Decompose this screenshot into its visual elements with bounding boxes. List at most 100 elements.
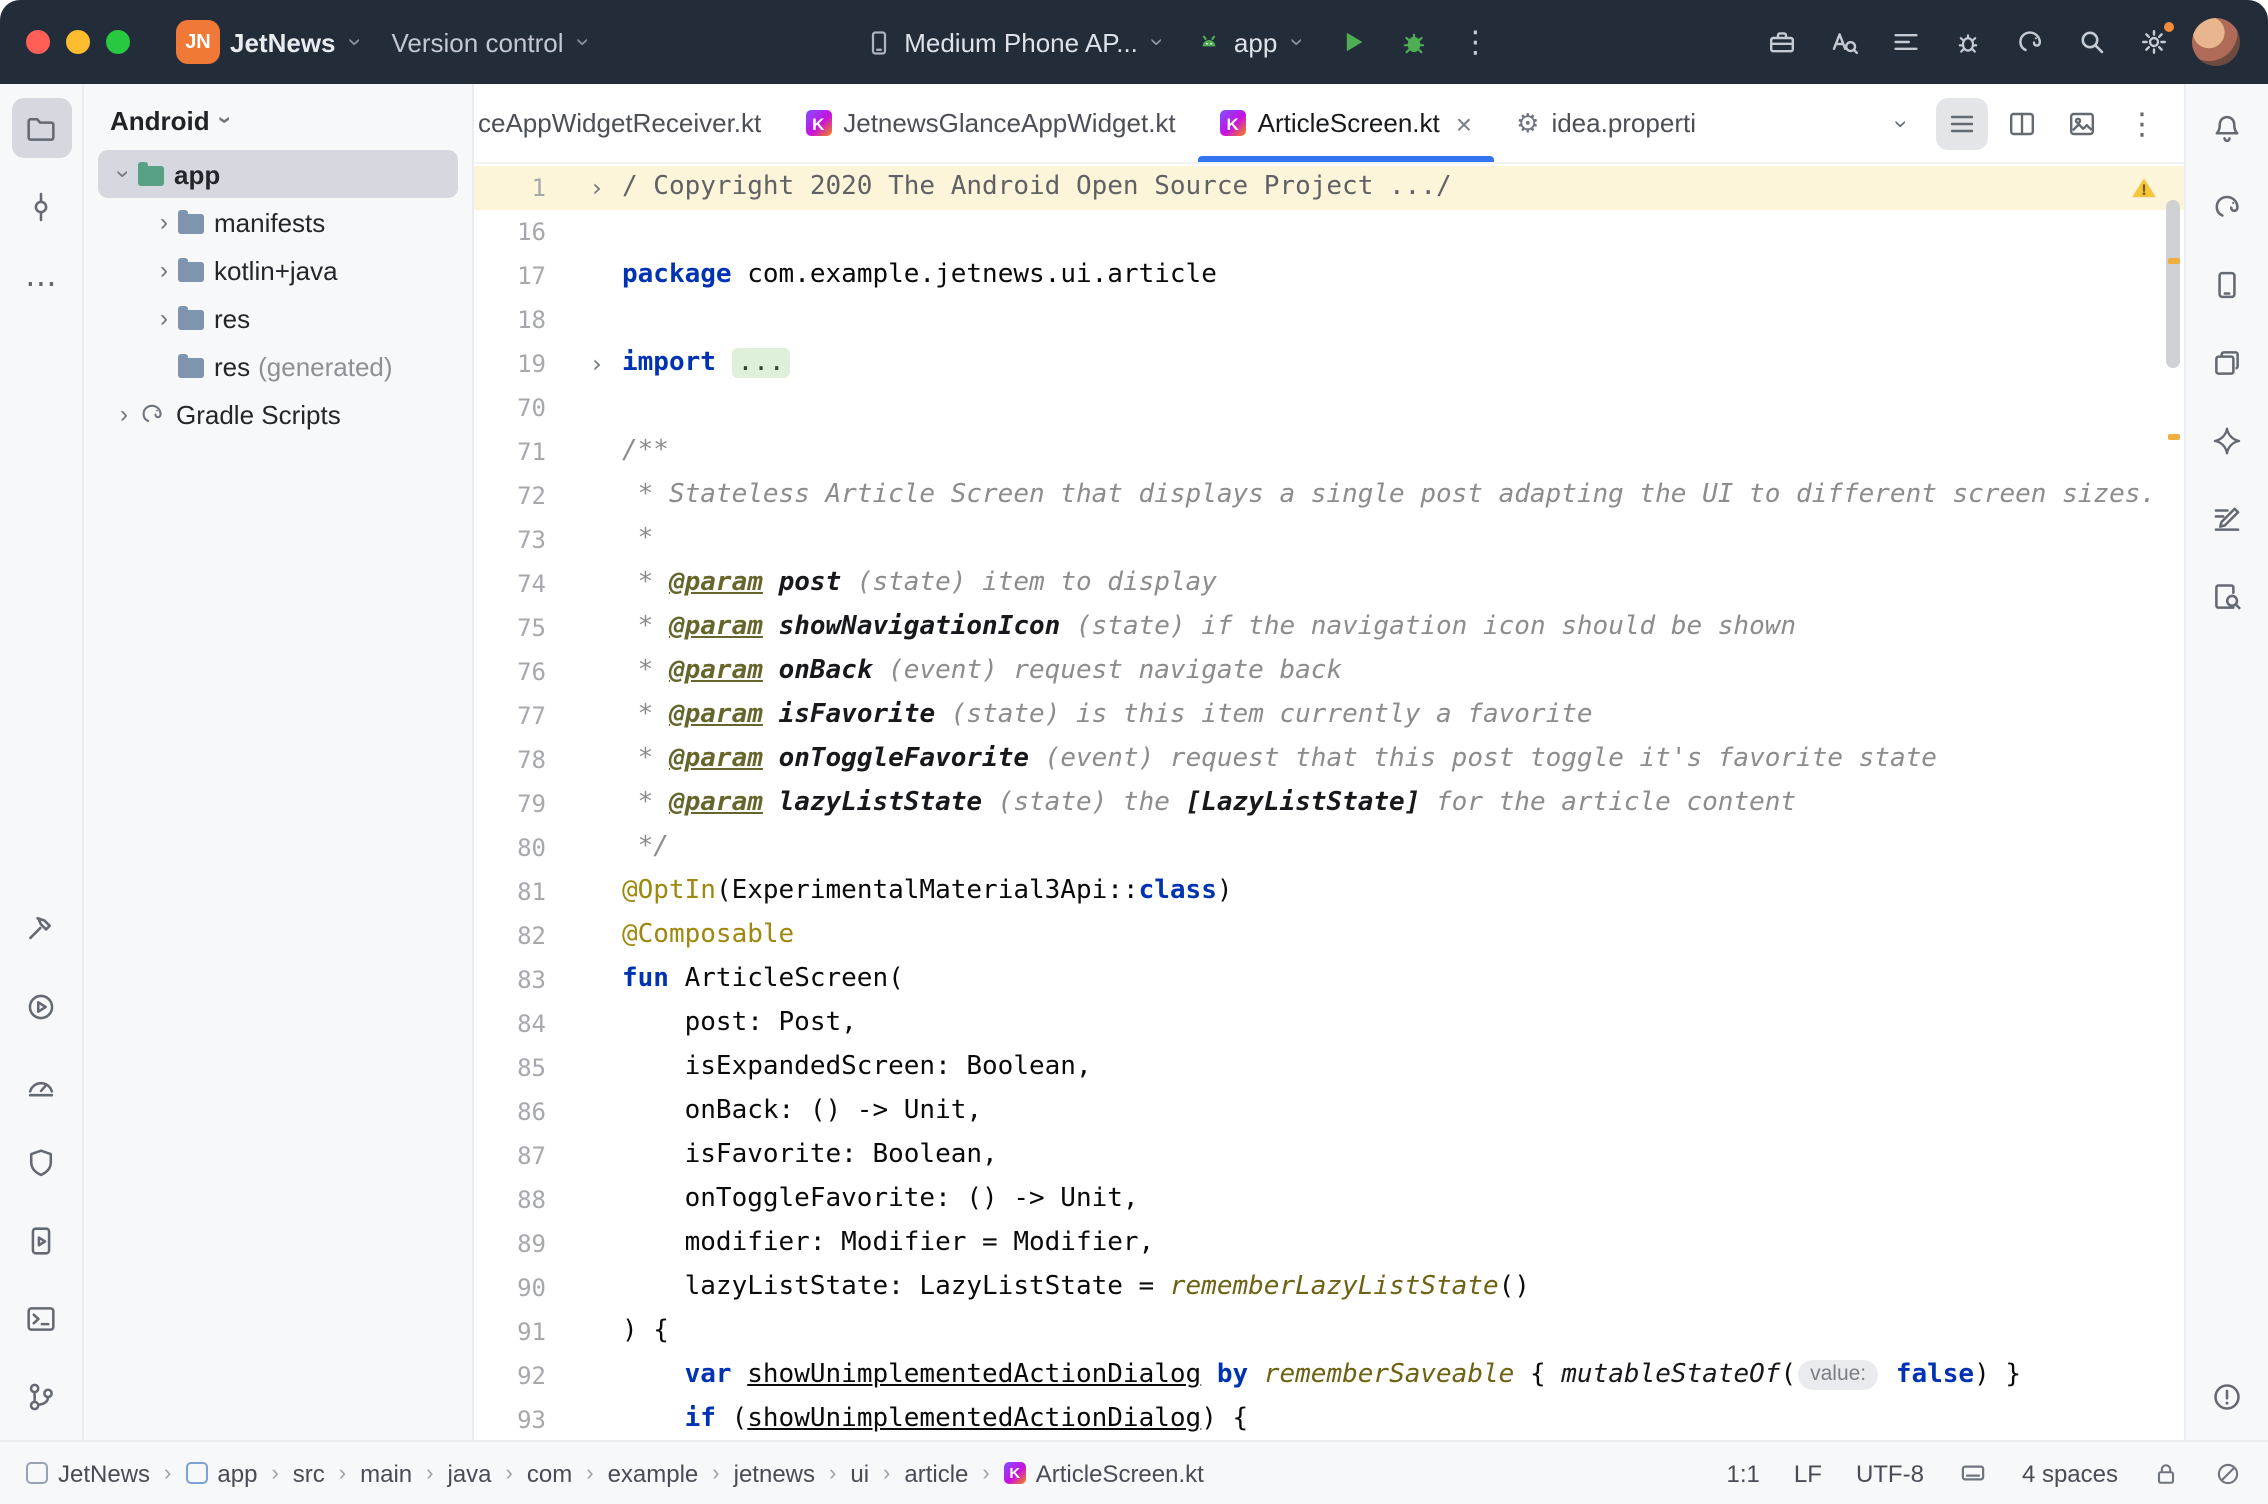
more-tool-windows-icon[interactable]: ⋯ <box>11 254 71 314</box>
lines-filter-icon[interactable] <box>1880 16 1932 68</box>
chevron-right-icon[interactable]: › <box>150 256 178 284</box>
code-line[interactable]: 85 isExpandedScreen: Boolean, <box>474 1046 2184 1090</box>
more-run-actions-icon[interactable]: ⋮ <box>1449 16 1501 68</box>
code-line[interactable]: 75 * @param showNavigationIcon (state) i… <box>474 606 2184 650</box>
commit-tool-icon[interactable] <box>11 176 71 236</box>
breadcrumb-item[interactable]: example <box>608 1459 699 1487</box>
code-line[interactable]: 86 onBack: () -> Unit, <box>474 1090 2184 1134</box>
editor-tab[interactable]: KJetnewsGlanceAppWidget.kt <box>783 84 1197 162</box>
app-insights-icon[interactable] <box>1942 16 1994 68</box>
code-line[interactable]: 87 isFavorite: Boolean, <box>474 1134 2184 1178</box>
tree-item-gradle-scripts[interactable]: ›Gradle Scripts <box>98 390 458 438</box>
breadcrumb-item[interactable]: KArticleScreen.kt <box>1004 1459 1204 1487</box>
tree-item-kotlin-java[interactable]: ›kotlin+java <box>98 246 458 294</box>
project-tool-icon[interactable] <box>11 98 71 158</box>
terminal-tool-icon[interactable] <box>11 1288 71 1348</box>
breadcrumb-item[interactable]: app <box>185 1459 257 1487</box>
breadcrumb-item[interactable]: ui <box>850 1459 869 1487</box>
editor-scrollbar-thumb[interactable] <box>2166 200 2180 368</box>
breadcrumb-item[interactable]: java <box>448 1459 492 1487</box>
code-line[interactable]: 18 <box>474 298 2184 342</box>
gemini-icon[interactable] <box>2197 410 2257 470</box>
file-encoding[interactable]: UTF-8 <box>1856 1459 1924 1487</box>
tree-item-res[interactable]: ›res <box>98 294 458 342</box>
tab-list-icon[interactable] <box>1936 97 1988 149</box>
problems-icon[interactable] <box>2197 1366 2257 1426</box>
code-line[interactable]: 76 * @param onBack (event) request navig… <box>474 650 2184 694</box>
zoom-window-button[interactable] <box>106 30 130 54</box>
chevron-right-icon[interactable]: › <box>150 208 178 236</box>
chevron-down-icon[interactable]: › <box>110 160 138 188</box>
code-line[interactable]: 83fun ArticleScreen( <box>474 958 2184 1002</box>
search-everywhere-icon[interactable] <box>2066 16 2118 68</box>
breadcrumb-item[interactable]: src <box>293 1459 325 1487</box>
inspect-code-icon[interactable] <box>1818 16 1870 68</box>
edit-file-icon[interactable] <box>2197 488 2257 548</box>
toolbox-icon[interactable] <box>1756 16 1808 68</box>
notifications-icon[interactable] <box>2197 98 2257 158</box>
breadcrumb-item[interactable]: JetNews <box>26 1459 150 1487</box>
close-tab-icon[interactable]: × <box>1456 107 1472 139</box>
code-line[interactable]: 93 if (showUnimplementedActionDialog) { <box>474 1398 2184 1440</box>
code-line[interactable]: 19›import ... <box>474 342 2184 386</box>
code-line[interactable]: 82@Composable <box>474 914 2184 958</box>
debug-button[interactable] <box>1387 16 1439 68</box>
breadcrumb-item[interactable]: main <box>360 1459 412 1487</box>
tree-item-app[interactable]: ›app <box>98 150 458 198</box>
lock-icon[interactable] <box>2152 1459 2180 1487</box>
code-line[interactable]: 90 lazyListState: LazyListState = rememb… <box>474 1266 2184 1310</box>
project-view-selector[interactable]: Android › <box>84 90 472 150</box>
code-line[interactable]: 89 modifier: Modifier = Modifier, <box>474 1222 2184 1266</box>
code-line[interactable]: 17package com.example.jetnews.ui.article <box>474 254 2184 298</box>
running-devices-icon[interactable] <box>11 1210 71 1270</box>
chevron-right-icon[interactable]: › <box>150 304 178 332</box>
warning-stripe-mark[interactable] <box>2168 258 2180 264</box>
code-line[interactable]: 71/** <box>474 430 2184 474</box>
code-line[interactable]: 72 * Stateless Article Screen that displ… <box>474 474 2184 518</box>
close-window-button[interactable] <box>26 30 50 54</box>
gradle-icon[interactable] <box>2197 176 2257 236</box>
inspection-status-icon[interactable] <box>2214 1459 2242 1487</box>
code-line[interactable]: 74 * @param post (state) item to display <box>474 562 2184 606</box>
vcs-widget[interactable]: Version control › <box>384 14 602 70</box>
fold-marker-icon[interactable]: › <box>546 342 622 386</box>
code-line[interactable]: 88 onToggleFavorite: () -> Unit, <box>474 1178 2184 1222</box>
run-button[interactable] <box>1325 16 1377 68</box>
project-widget[interactable]: JN JetNews › <box>168 14 374 70</box>
tree-item-manifests[interactable]: ›manifests <box>98 198 458 246</box>
editor-tab[interactable]: KArticleScreen.kt× <box>1198 84 1494 162</box>
split-editor-icon[interactable] <box>1996 97 2048 149</box>
settings-icon[interactable] <box>2128 16 2180 68</box>
editor-tab[interactable]: ⚙idea.properti <box>1494 84 1718 162</box>
breadcrumb-item[interactable]: article <box>904 1459 968 1487</box>
code-line[interactable]: 78 * @param onToggleFavorite (event) req… <box>474 738 2184 782</box>
breadcrumb-item[interactable]: jetnews <box>734 1459 815 1487</box>
breadcrumb-item[interactable]: com <box>527 1459 572 1487</box>
code-line[interactable]: 91) { <box>474 1310 2184 1354</box>
build-tool-icon[interactable] <box>11 898 71 958</box>
app-inspection-icon[interactable] <box>2197 566 2257 626</box>
code-line[interactable]: 81@OptIn(ExperimentalMaterial3Api::class… <box>474 870 2184 914</box>
gradle-sync-icon[interactable] <box>2004 16 2056 68</box>
code-editor[interactable]: 1›/ Copyright 2020 The Android Open Sour… <box>474 164 2184 1440</box>
chevron-right-icon[interactable]: › <box>110 400 138 428</box>
run-tool-icon[interactable] <box>11 976 71 1036</box>
code-line[interactable]: 1›/ Copyright 2020 The Android Open Sour… <box>474 166 2184 210</box>
hidden-tabs-icon[interactable]: › <box>1876 97 1928 149</box>
tree-item-res[interactable]: res(generated) <box>98 342 458 390</box>
warning-stripe-mark[interactable] <box>2168 434 2180 440</box>
layers-icon[interactable] <box>2197 332 2257 392</box>
code-line[interactable]: 77 * @param isFavorite (state) is this i… <box>474 694 2184 738</box>
code-line[interactable]: 70 <box>474 386 2184 430</box>
run-config-selector[interactable]: app › <box>1186 14 1315 70</box>
screenshot-icon[interactable] <box>2056 97 2108 149</box>
keyboard-icon[interactable] <box>1958 1458 1988 1488</box>
code-line[interactable]: 84 post: Post, <box>474 1002 2184 1046</box>
caret-position[interactable]: 1:1 <box>1727 1459 1760 1487</box>
device-selector[interactable]: Medium Phone AP... › <box>856 14 1176 70</box>
editor-tab[interactable]: ceAppWidgetReceiver.kt <box>474 84 783 162</box>
code-line[interactable]: 92 var showUnimplementedActionDialog by … <box>474 1354 2184 1398</box>
user-avatar[interactable] <box>2190 16 2242 68</box>
code-line[interactable]: 16 <box>474 210 2184 254</box>
profiler-tool-icon[interactable] <box>11 1054 71 1114</box>
